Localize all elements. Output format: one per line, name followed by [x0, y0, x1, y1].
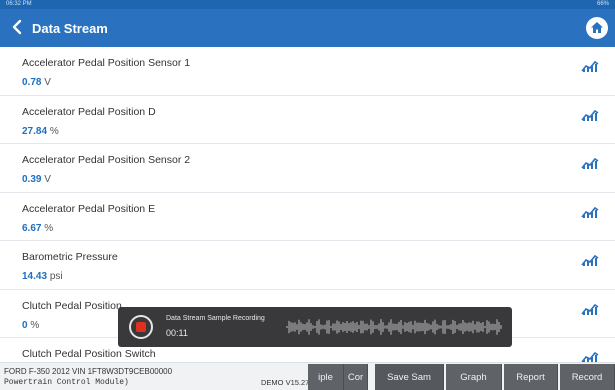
graph-icon[interactable] — [581, 205, 599, 219]
value-unit: psi — [49, 271, 63, 282]
stop-record-icon — [136, 322, 146, 332]
item-name: Accelerator Pedal Position Sensor 1 — [22, 57, 191, 69]
data-item-row: Accelerator Pedal Position Sensor 1 0.78… — [0, 47, 615, 96]
record-button[interactable]: Record — [560, 364, 615, 390]
waveform — [286, 319, 502, 335]
item-value: 14.43 psi — [22, 271, 63, 282]
module-line: Powertrain Control Module) — [4, 378, 129, 387]
item-value: 6.67 % — [22, 223, 53, 234]
graph-button[interactable]: Graph — [446, 364, 502, 390]
item-value: 0.78 V — [22, 77, 51, 88]
report-button[interactable]: Report — [504, 364, 558, 390]
graph-icon[interactable] — [581, 59, 599, 73]
value-number: 0 — [22, 319, 28, 331]
title-bar: Data Stream — [0, 9, 615, 47]
chevron-left-icon[interactable] — [10, 19, 24, 35]
graph-icon[interactable] — [581, 156, 599, 170]
data-item-row: Accelerator Pedal Position E 6.67 % — [0, 193, 615, 241]
item-value: 27.84 % — [22, 126, 59, 137]
save-sample-button[interactable]: Save Sam — [375, 364, 444, 390]
home-button[interactable] — [586, 17, 608, 39]
value-unit: V — [44, 174, 51, 185]
compare-button[interactable]: Cor — [344, 364, 368, 390]
status-bar: 06:32 PM 66% — [0, 0, 615, 9]
value-number: 6.67 — [22, 222, 42, 234]
graph-icon[interactable] — [581, 350, 599, 362]
graph-icon[interactable] — [581, 108, 599, 122]
item-value: 0.39 V — [22, 174, 51, 185]
value-number: 0.78 — [22, 77, 42, 88]
item-name: Accelerator Pedal Position Sensor 2 — [22, 154, 191, 166]
item-name: Accelerator Pedal Position D — [22, 105, 156, 118]
graph-icon[interactable] — [581, 302, 599, 316]
data-item-row: Accelerator Pedal Position Sensor 2 0.39… — [0, 144, 615, 193]
recording-title: Data Stream Sample Recording — [166, 315, 265, 322]
item-name: Clutch Pedal Position Switch — [22, 348, 156, 360]
recording-overlay: Data Stream Sample Recording 00:11 — [118, 307, 512, 347]
sample-button[interactable]: iple — [308, 364, 344, 390]
status-time: 06:32 PM — [6, 1, 32, 7]
bottom-toolbar: FORD F-350 2012 VIN 1FT8W3DT9CEB00000 Po… — [0, 362, 615, 390]
item-name: Clutch Pedal Position — [22, 299, 122, 312]
status-battery: 66% — [596, 1, 609, 7]
value-unit: % — [44, 222, 54, 234]
value-unit: % — [30, 319, 40, 331]
home-icon — [591, 22, 603, 33]
value-number: 0.39 — [22, 174, 42, 185]
item-name: Accelerator Pedal Position E — [22, 202, 156, 215]
value-unit: % — [49, 125, 59, 137]
data-item-row: Accelerator Pedal Position D 27.84 % — [0, 96, 615, 144]
stop-record-button[interactable] — [129, 315, 153, 339]
value-number: 14.43 — [22, 271, 48, 282]
page-title: Data Stream — [32, 21, 108, 36]
graph-icon[interactable] — [581, 253, 599, 267]
value-unit: V — [44, 77, 51, 88]
item-value: 0 % — [22, 320, 39, 331]
vehicle-line: FORD F-350 2012 VIN 1FT8W3DT9CEB00000 — [4, 367, 173, 376]
data-item-row: Barometric Pressure 14.43 psi — [0, 241, 615, 290]
vehicle-info: FORD F-350 2012 VIN 1FT8W3DT9CEB00000 Po… — [4, 366, 172, 388]
demo-version: DEMO V15.27 — [261, 378, 310, 387]
item-name: Barometric Pressure — [22, 251, 118, 263]
recording-elapsed: 00:11 — [166, 328, 188, 338]
value-number: 27.84 — [22, 125, 48, 137]
